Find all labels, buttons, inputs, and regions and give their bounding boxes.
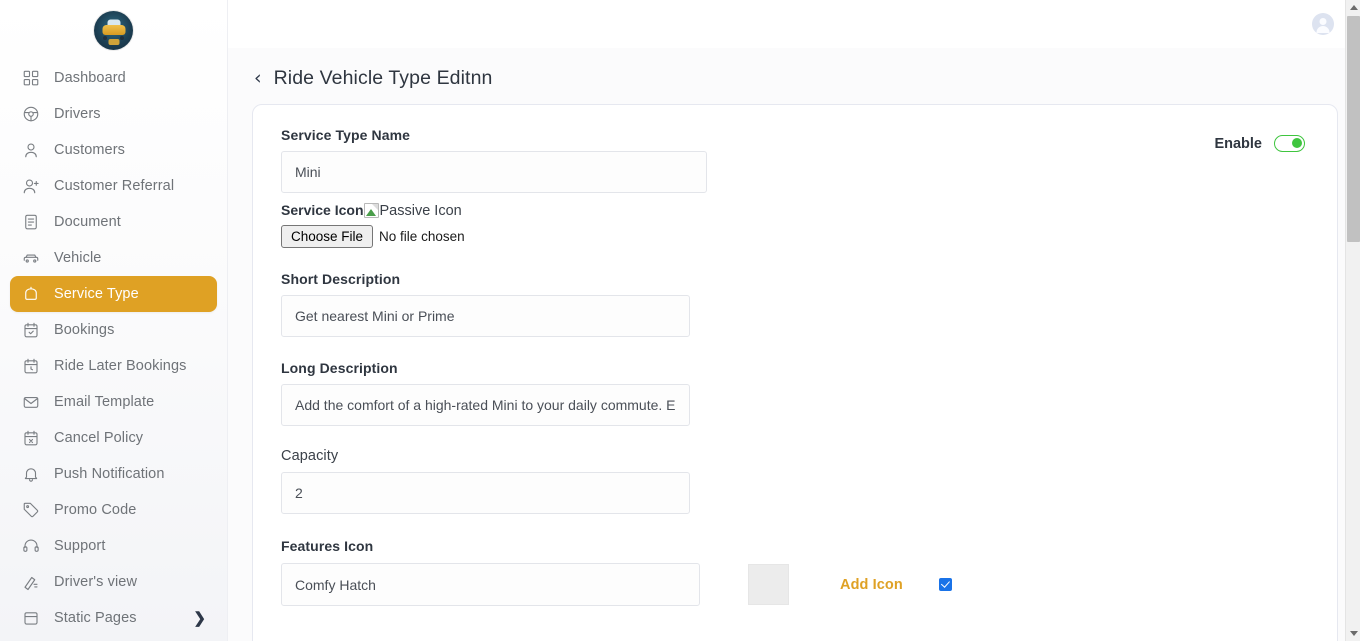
feature-icon-preview[interactable] xyxy=(748,564,789,605)
feature-name-input[interactable] xyxy=(281,563,700,606)
sidebar-item-bookings[interactable]: Bookings xyxy=(10,312,217,348)
sidebar-item-label: Promo Code xyxy=(54,502,137,518)
service-type-name-input[interactable] xyxy=(281,151,707,193)
capacity-label: Capacity xyxy=(281,448,339,464)
short-description-input[interactable] xyxy=(281,295,690,337)
sidebar-item-label: Push Notification xyxy=(54,466,165,482)
bell-icon xyxy=(21,465,40,484)
scroll-down-button[interactable] xyxy=(1346,626,1360,641)
user-plus-icon xyxy=(21,177,40,196)
add-icon-label: Add Icon xyxy=(840,576,903,593)
service-type-name-label: Service Type Name xyxy=(281,127,411,143)
sidebar-item-dashboard[interactable]: Dashboard xyxy=(10,60,217,96)
sidebar-item-vehicle[interactable]: Vehicle xyxy=(10,240,217,276)
sidebar-item-static-pages[interactable]: Static Pages ❯ xyxy=(10,600,217,636)
page-title: Ride Vehicle Type Editnn xyxy=(273,66,493,89)
sidebar-item-label: Drivers xyxy=(54,106,101,122)
toggle-knob xyxy=(1292,138,1302,148)
calendar-clock-icon xyxy=(21,357,40,376)
sidebar-item-label: Email Template xyxy=(54,394,155,410)
logo-car-body xyxy=(102,25,125,35)
capacity-input[interactable] xyxy=(281,472,690,514)
sidebar: Dashboard Drivers Customers Customer Ref… xyxy=(0,0,228,641)
sidebar-item-cancel-policy[interactable]: Cancel Policy xyxy=(10,420,217,456)
page-scrollbar[interactable] xyxy=(1345,0,1360,641)
sidebar-item-ride-later-bookings[interactable]: Ride Later Bookings xyxy=(10,348,217,384)
enable-toggle[interactable] xyxy=(1274,135,1305,152)
calendar-x-icon xyxy=(21,429,40,448)
service-icon-row: Service Icon Passive Icon xyxy=(281,202,1309,219)
logo-wheel-left xyxy=(103,35,107,40)
sidebar-item-service-type[interactable]: Service Type xyxy=(10,276,217,312)
app-root: Dashboard Drivers Customers Customer Ref… xyxy=(0,0,1360,641)
taxi-app-logo[interactable] xyxy=(94,10,133,50)
logo-base xyxy=(108,38,119,45)
enable-toggle-group: Enable xyxy=(1214,135,1305,152)
logo-wheel-right xyxy=(120,35,124,40)
sidebar-item-document[interactable]: Document xyxy=(10,204,217,240)
long-description-label: Long Description xyxy=(281,360,398,376)
sidebar-item-drivers-view[interactable]: Driver's view xyxy=(10,564,217,600)
sidebar-item-push-notification[interactable]: Push Notification xyxy=(10,456,217,492)
chevron-down-icon xyxy=(1349,631,1358,636)
sidebar-item-label: Cancel Policy xyxy=(54,430,144,446)
sidebar-item-label: Dashboard xyxy=(54,70,126,86)
long-description-input[interactable] xyxy=(281,384,690,426)
sidebar-item-label: Customers xyxy=(54,142,125,158)
scroll-up-button[interactable] xyxy=(1346,0,1360,15)
tag-icon xyxy=(21,501,40,520)
driver-view-icon xyxy=(21,573,40,592)
sidebar-item-label: Customer Referral xyxy=(54,178,175,194)
sidebar-item-drivers[interactable]: Drivers xyxy=(10,96,217,132)
feature-row: Add Icon xyxy=(281,563,1309,606)
sidebar-item-label: Document xyxy=(54,214,121,230)
window-icon xyxy=(21,609,40,628)
headset-icon xyxy=(21,537,40,556)
sidebar-item-label: Support xyxy=(54,538,106,554)
choose-file-button[interactable]: Choose File xyxy=(281,225,374,248)
service-type-icon xyxy=(21,285,40,304)
chevron-up-icon xyxy=(1349,5,1358,10)
short-description-label: Short Description xyxy=(281,271,401,287)
service-icon-file-row: Choose File No file chosen xyxy=(281,225,1309,248)
sidebar-item-label: Vehicle xyxy=(54,250,102,266)
features-icon-label: Features Icon xyxy=(281,538,374,554)
scrollbar-thumb[interactable] xyxy=(1347,16,1360,242)
grid-icon xyxy=(21,69,40,88)
service-type-form-card: Enable Service Type Name Service Icon Pas… xyxy=(252,104,1338,641)
car-icon xyxy=(21,249,40,268)
add-icon-checkbox[interactable] xyxy=(938,578,952,591)
sidebar-item-support[interactable]: Support xyxy=(10,528,217,564)
sidebar-item-label: Driver's view xyxy=(54,574,138,590)
sidebar-item-report[interactable]: Report xyxy=(10,636,217,641)
service-icon-alt-text: Passive Icon xyxy=(379,203,462,219)
sidebar-item-promo-code[interactable]: Promo Code xyxy=(10,492,217,528)
sidebar-item-label: Ride Later Bookings xyxy=(54,358,187,374)
user-avatar[interactable] xyxy=(1312,13,1334,35)
sidebar-item-customers[interactable]: Customers xyxy=(10,132,217,168)
sidebar-item-label: Service Type xyxy=(54,286,139,302)
broken-image-icon xyxy=(363,203,379,218)
sidebar-nav: Dashboard Drivers Customers Customer Ref… xyxy=(0,60,227,641)
document-icon xyxy=(21,213,40,232)
sidebar-item-customer-referral[interactable]: Customer Referral xyxy=(10,168,217,204)
enable-label: Enable xyxy=(1214,135,1262,152)
calendar-check-icon xyxy=(21,321,40,340)
back-chevron-icon[interactable]: ‹ xyxy=(254,68,262,88)
steering-wheel-icon xyxy=(21,105,40,124)
no-file-chosen-text: No file chosen xyxy=(379,229,465,244)
envelope-icon xyxy=(21,393,40,412)
main-content: ‹ Ride Vehicle Type Editnn Enable Servic… xyxy=(228,0,1360,641)
page-header: ‹ Ride Vehicle Type Editnn xyxy=(228,48,1360,96)
user-icon xyxy=(21,141,40,160)
sidebar-logo-wrap xyxy=(0,0,227,60)
sidebar-item-label: Bookings xyxy=(54,322,115,338)
service-icon-label: Service Icon xyxy=(281,202,364,218)
chevron-right-icon[interactable]: ❯ xyxy=(193,609,206,627)
top-bar xyxy=(228,0,1360,48)
sidebar-item-email-template[interactable]: Email Template xyxy=(10,384,217,420)
sidebar-item-label: Static Pages xyxy=(54,610,137,626)
